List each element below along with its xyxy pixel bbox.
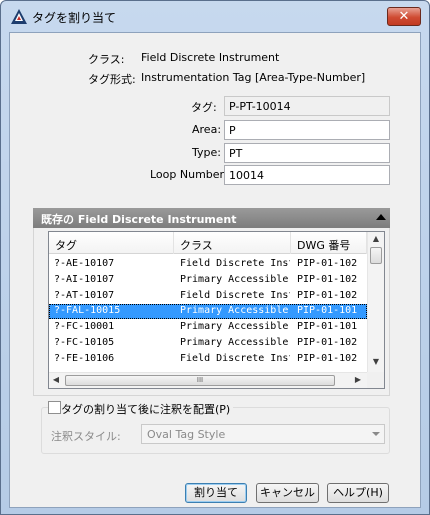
list-header: タグ クラス DWG 番号	[49, 232, 367, 254]
row-cell-tag: ?-AT-10107	[54, 289, 115, 301]
dialog-title: タグを割り当て	[32, 11, 117, 25]
tag-format-value: Instrumentation Tag [Area-Type-Number]	[141, 71, 366, 84]
list-row[interactable]: ?-AT-10107 Field Discrete Instr... PIP-01-…	[49, 289, 367, 304]
type-field[interactable]: PT	[224, 143, 390, 163]
row-cell-dwg: PIP-01-101	[297, 321, 358, 333]
scroll-up-arrow-icon[interactable]: ▲	[368, 234, 384, 243]
row-cell-tag: ?-FE-10106	[54, 352, 115, 364]
tag-label: タグ:	[191, 101, 217, 114]
title-bar[interactable]: タグを割り当て ✕	[1, 1, 429, 31]
column-header-tag[interactable]: タグ	[49, 232, 174, 254]
list-row[interactable]: ?-AI-10107 Primary Accessible... PIP-01-10…	[49, 273, 367, 288]
row-cell-tag: ?-AE-10107	[54, 258, 115, 269]
list-row[interactable]: ?-FE-10106 Field Discrete Instr... PIP-01-…	[49, 352, 367, 367]
collapse-arrow-icon[interactable]	[376, 214, 386, 220]
list-row[interactable]: ?-FC-10001 Primary Accessible... PIP-01-10…	[49, 320, 367, 335]
row-cell-tag: ?-FC-10105	[54, 337, 115, 348]
row-cell-tag: ?-FAL-10015	[54, 305, 121, 317]
row-cell-dwg: PIP-01-102	[297, 258, 358, 269]
row-cell-tag: ?-AI-10107	[54, 273, 115, 285]
tag-format-label: タグ形式:	[88, 73, 136, 86]
row-cell-dwg: PIP-01-102	[297, 289, 358, 301]
autocad-app-icon	[11, 9, 27, 24]
loop-number-field[interactable]: 10014	[224, 165, 390, 185]
row-cell-dwg: PIP-01-102	[297, 352, 358, 364]
annotation-style-dropdown[interactable]: Oval Tag Style	[141, 424, 385, 444]
row-cell-dwg: PIP-01-102	[297, 337, 358, 348]
class-value: Field Discrete Instrument	[141, 51, 280, 64]
close-button[interactable]: ✕	[387, 7, 421, 26]
dialog-window: タグを割り当て ✕ クラス: Field Discrete Instrument…	[0, 0, 430, 515]
row-cell-dwg: PIP-01-102	[297, 273, 358, 285]
list-row[interactable]: ?-AE-10107 Field Discrete Instr... PIP-01-…	[49, 257, 367, 272]
tag-field: P-PT-10014	[224, 96, 390, 116]
annotation-style-label: 注釈スタイル:	[51, 430, 121, 443]
place-annotation-checkbox[interactable]	[48, 401, 61, 414]
existing-tags-list[interactable]: タグ クラス DWG 番号 ?-AE-10107 Field Discrete I…	[48, 231, 385, 389]
loop-number-label: Loop Number:	[150, 168, 228, 181]
chevron-down-icon	[372, 432, 380, 436]
area-field[interactable]: P	[224, 120, 390, 140]
area-label: Area:	[192, 123, 222, 136]
scroll-right-arrow-icon[interactable]: ▶	[353, 375, 363, 384]
vertical-scrollbar[interactable]: ▲ ▼	[367, 232, 384, 373]
vertical-scroll-thumb[interactable]	[370, 247, 382, 264]
column-header-class[interactable]: クラス	[174, 232, 291, 254]
row-cell-cls: Primary Accessible...	[180, 337, 290, 348]
place-annotation-label[interactable]: タグの割り当て後に注釈を配置(P)	[61, 401, 234, 417]
help-button[interactable]: ヘルプ(H)	[327, 483, 389, 503]
row-cell-cls: Field Discrete Instr...	[180, 352, 290, 364]
scroll-left-arrow-icon[interactable]: ◀	[51, 375, 61, 384]
scroll-down-arrow-icon[interactable]: ▼	[368, 357, 384, 366]
assign-button[interactable]: 割り当て	[185, 483, 247, 503]
row-cell-cls: Primary Accessible...	[180, 321, 290, 333]
row-cell-cls: Primary Accessible...	[180, 273, 290, 285]
cancel-button[interactable]: キャンセル	[256, 483, 319, 503]
existing-items-header[interactable]: 既存の Field Discrete Instrument	[33, 208, 390, 228]
column-header-dwg[interactable]: DWG 番号	[291, 232, 367, 254]
list-row[interactable]: ?-FC-10105 Primary Accessible... PIP-01-10…	[49, 336, 367, 351]
list-row[interactable]: ?-FAL-10015 Primary Accessible... PIP-01-1…	[49, 304, 367, 320]
annotation-style-value: Oval Tag Style	[147, 428, 226, 441]
row-cell-cls: Primary Accessible...	[180, 305, 290, 317]
row-cell-tag: ?-FC-10001	[54, 321, 115, 333]
row-cell-cls: Field Discrete Instr...	[180, 258, 290, 269]
class-label: クラス:	[88, 53, 125, 66]
row-cell-cls: Field Discrete Instr...	[180, 289, 290, 301]
row-cell-dwg: PIP-01-101	[297, 305, 358, 317]
horizontal-scrollbar[interactable]: ◀ III ▶	[49, 372, 367, 388]
existing-items-title: 既存の Field Discrete Instrument	[41, 213, 237, 226]
type-label: Type:	[192, 146, 221, 159]
horizontal-scroll-thumb[interactable]: III	[65, 375, 335, 386]
scrollbar-corner	[367, 372, 384, 388]
